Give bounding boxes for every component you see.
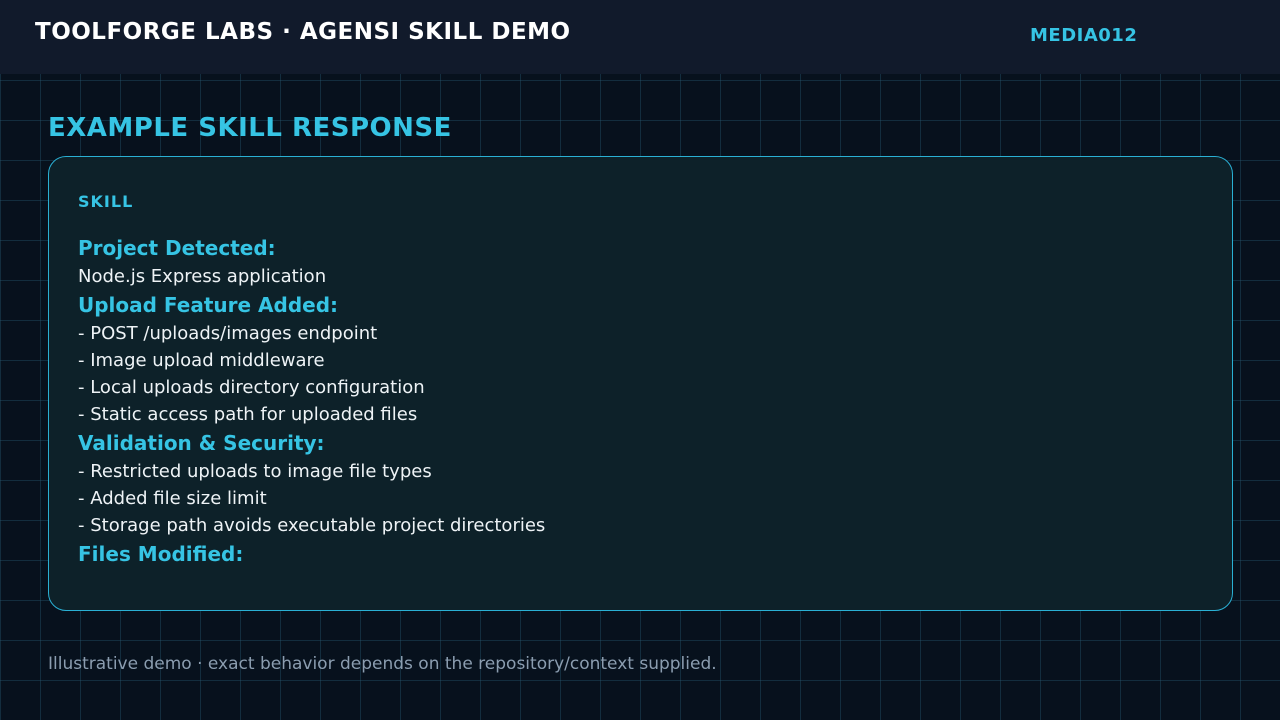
card-body: Project Detected: Node.js Express applica… bbox=[78, 233, 1198, 569]
block-line: - Static access path for uploaded files bbox=[78, 404, 418, 425]
skill-response-card: SKILL Project Detected: Node.js Express a… bbox=[48, 156, 1233, 611]
media-code-label: MEDIA012 bbox=[1030, 25, 1138, 46]
block-heading: Validation & Security: bbox=[78, 431, 325, 455]
top-bar: TOOLFORGE LABS · AGENSI SKILL DEMO MEDIA… bbox=[0, 0, 1280, 74]
block-line: - Image upload middleware bbox=[78, 350, 325, 371]
block-line: - POST /uploads/images endpoint bbox=[78, 323, 378, 344]
block-heading: Files Modified: bbox=[78, 542, 244, 566]
block-line: - Added file size limit bbox=[78, 488, 267, 509]
disclaimer-note: Illustrative demo · exact behavior depen… bbox=[48, 654, 717, 674]
block-line: Node.js Express application bbox=[78, 266, 327, 287]
card-label: SKILL bbox=[78, 192, 134, 211]
brand-title: TOOLFORGE LABS · AGENSI SKILL DEMO bbox=[35, 19, 571, 45]
section-heading: EXAMPLE SKILL RESPONSE bbox=[48, 113, 452, 143]
block-line: - Restricted uploads to image file types bbox=[78, 461, 432, 482]
block-heading: Project Detected: bbox=[78, 236, 276, 260]
block-heading: Upload Feature Added: bbox=[78, 293, 339, 317]
block-line: - Storage path avoids executable project… bbox=[78, 515, 546, 536]
block-line: - Local uploads directory configuration bbox=[78, 377, 425, 398]
